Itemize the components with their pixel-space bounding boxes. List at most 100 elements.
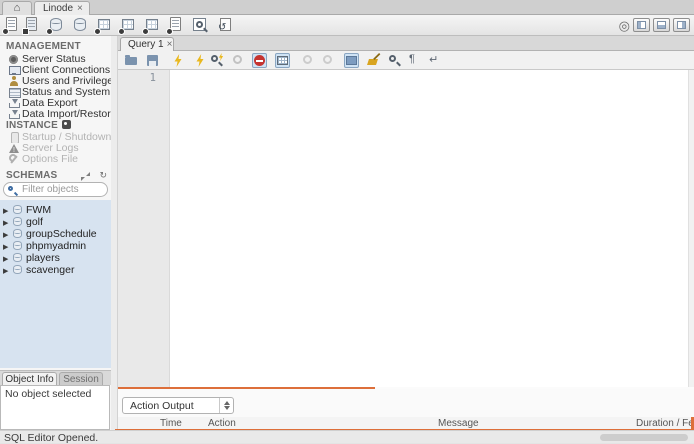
execute-current-icon[interactable] (190, 53, 205, 68)
home-tab[interactable]: ⌂ (2, 1, 32, 15)
monitor-icon (8, 65, 21, 76)
toggle-autocommit-icon[interactable] (344, 53, 359, 68)
schema-filter-input[interactable] (22, 184, 104, 195)
connection-tab-label: Linode (43, 3, 74, 14)
variables-icon (8, 87, 21, 98)
open-sql-script-icon[interactable] (22, 17, 40, 35)
sql-editor-panel: Query 1 × ¶ ↵ 1 Action Output Time Actio… (115, 36, 694, 432)
stop-icon[interactable] (231, 53, 246, 68)
toggle-left-sidebar-button[interactable] (633, 18, 650, 32)
schema-icon (13, 265, 22, 274)
column-header-message[interactable]: Message (438, 418, 479, 429)
search-icon (8, 186, 13, 191)
sidebar-scrollbar[interactable] (111, 36, 118, 430)
schema-item-players[interactable]: ▶ players (0, 252, 111, 264)
stepper-icon[interactable] (219, 398, 233, 413)
output-type-select[interactable]: Action Output (122, 397, 234, 414)
object-info-panel: No object selected (0, 385, 110, 430)
schema-filter-box (3, 182, 108, 197)
line-number-gutter: 1 (118, 70, 170, 387)
home-icon: ⌂ (13, 2, 21, 14)
new-schema-icon[interactable] (46, 17, 64, 35)
new-table-icon[interactable] (94, 17, 112, 35)
schemas-section-header: SCHEMAS (6, 170, 58, 181)
tab-query-1[interactable]: Query 1 × (120, 37, 174, 51)
navigator-sidebar: MANAGEMENT Server Status Client Connecti… (0, 36, 111, 430)
power-icon (8, 132, 20, 143)
sidebar-item-server-status[interactable]: Server Status (0, 54, 111, 65)
sidebar-item-startup-shutdown[interactable]: Startup / Shutdown (0, 132, 111, 143)
tab-session[interactable]: Session (59, 372, 103, 386)
column-header-time[interactable]: Time (160, 418, 182, 429)
column-header-action[interactable]: Action (208, 418, 236, 429)
schema-icon (13, 217, 22, 226)
schema-icon (13, 229, 22, 238)
output-grid-header: Time Action Message Duration / Fetch (115, 417, 694, 432)
sidebar-item-server-logs[interactable]: Server Logs (0, 143, 111, 154)
expand-icon[interactable] (81, 172, 90, 181)
connection-tab-linode[interactable]: Linode × (34, 1, 90, 15)
toggle-right-sidebar-button[interactable] (673, 18, 690, 32)
schema-icon (13, 253, 22, 262)
info-tab-bar: Object Info Session (0, 370, 111, 386)
new-function-icon[interactable] (166, 17, 184, 35)
instance-config-icon (61, 120, 71, 129)
toggle-stop-on-error-icon[interactable] (252, 53, 267, 68)
line-number: 1 (149, 72, 156, 84)
commit-icon[interactable] (301, 53, 316, 68)
open-script-icon[interactable] (124, 53, 139, 68)
output-panel: Action Output Time Action Message Durati… (115, 389, 694, 432)
explain-icon[interactable] (210, 53, 225, 68)
warning-icon (8, 143, 20, 154)
schema-item-phpmyadmin[interactable]: ▶ phpmyadmin (0, 240, 111, 252)
sidebar-item-status-system-variables[interactable]: Status and System Variables (0, 87, 111, 98)
mysql-workbench-window: ⌂ Linode× ◎ MANAGEMENT Server Status Cli… (0, 0, 694, 444)
window-tab-bar: ⌂ Linode × (0, 0, 694, 15)
new-sql-tab-icon[interactable] (2, 17, 20, 35)
export-icon (8, 98, 20, 109)
new-procedure-icon[interactable] (142, 17, 160, 35)
sidebar-item-data-export[interactable]: Data Export (0, 98, 111, 109)
wrap-text-icon[interactable]: ↵ (427, 53, 442, 68)
invisible-characters-icon[interactable]: ¶ (407, 53, 422, 68)
refresh-icon[interactable]: ↻ (99, 170, 107, 181)
sidebar-item-users-privileges[interactable]: Users and Privileges (0, 76, 111, 87)
schema-item-scavenger[interactable]: ▶ scavenger (0, 264, 111, 276)
main-toolbar: ◎ (0, 15, 694, 36)
query-tab-bar: Query 1 × (118, 36, 694, 51)
close-icon[interactable]: × (167, 39, 173, 50)
execute-icon[interactable] (170, 53, 185, 68)
sidebar-item-data-import-restore[interactable]: Data Import/Restore (0, 109, 111, 120)
sidebar-item-options-file[interactable]: Options File (0, 154, 111, 165)
tab-object-info[interactable]: Object Info (2, 372, 57, 386)
user-icon (8, 76, 20, 87)
rollback-icon[interactable] (321, 53, 336, 68)
column-header-duration-fetch[interactable]: Duration / Fetch (636, 418, 691, 429)
instance-section-header: INSTANCE (6, 120, 71, 131)
preferences-wheel-icon[interactable]: ◎ (619, 18, 630, 34)
close-icon[interactable]: × (77, 3, 83, 14)
sidebar-item-client-connections[interactable]: Client Connections (0, 65, 111, 76)
sql-editor-toolbar: ¶ ↵ (118, 51, 694, 70)
find-icon[interactable] (387, 53, 402, 68)
chevron-right-icon[interactable]: ▶ (3, 266, 8, 278)
schema-item-fwm[interactable]: ▶ FWM (0, 204, 111, 216)
status-bar: SQL Editor Opened. (0, 430, 694, 444)
gauge-icon (8, 54, 20, 65)
beautify-icon[interactable] (367, 53, 382, 68)
reconnect-dbms-icon[interactable] (218, 17, 234, 33)
inspect-schema-icon[interactable] (72, 17, 88, 33)
import-icon (8, 109, 20, 120)
schema-tree: ▶ FWM ▶ golf ▶ groupSchedule ▶ phpmyadmi… (0, 200, 111, 368)
sql-editor-canvas[interactable]: 1 (118, 70, 694, 387)
management-section-header: MANAGEMENT (6, 41, 81, 52)
schema-item-groupschedule[interactable]: ▶ groupSchedule (0, 228, 111, 240)
toggle-bottom-panel-button[interactable] (653, 18, 670, 32)
schema-item-golf[interactable]: ▶ golf (0, 216, 111, 228)
horizontal-scrollbar-thumb[interactable] (600, 434, 688, 441)
limit-rows-icon[interactable] (275, 53, 290, 68)
search-table-data-icon[interactable] (192, 17, 208, 33)
new-view-icon[interactable] (118, 17, 136, 35)
editor-scrollbar[interactable] (688, 70, 694, 387)
save-script-icon[interactable] (145, 53, 160, 68)
